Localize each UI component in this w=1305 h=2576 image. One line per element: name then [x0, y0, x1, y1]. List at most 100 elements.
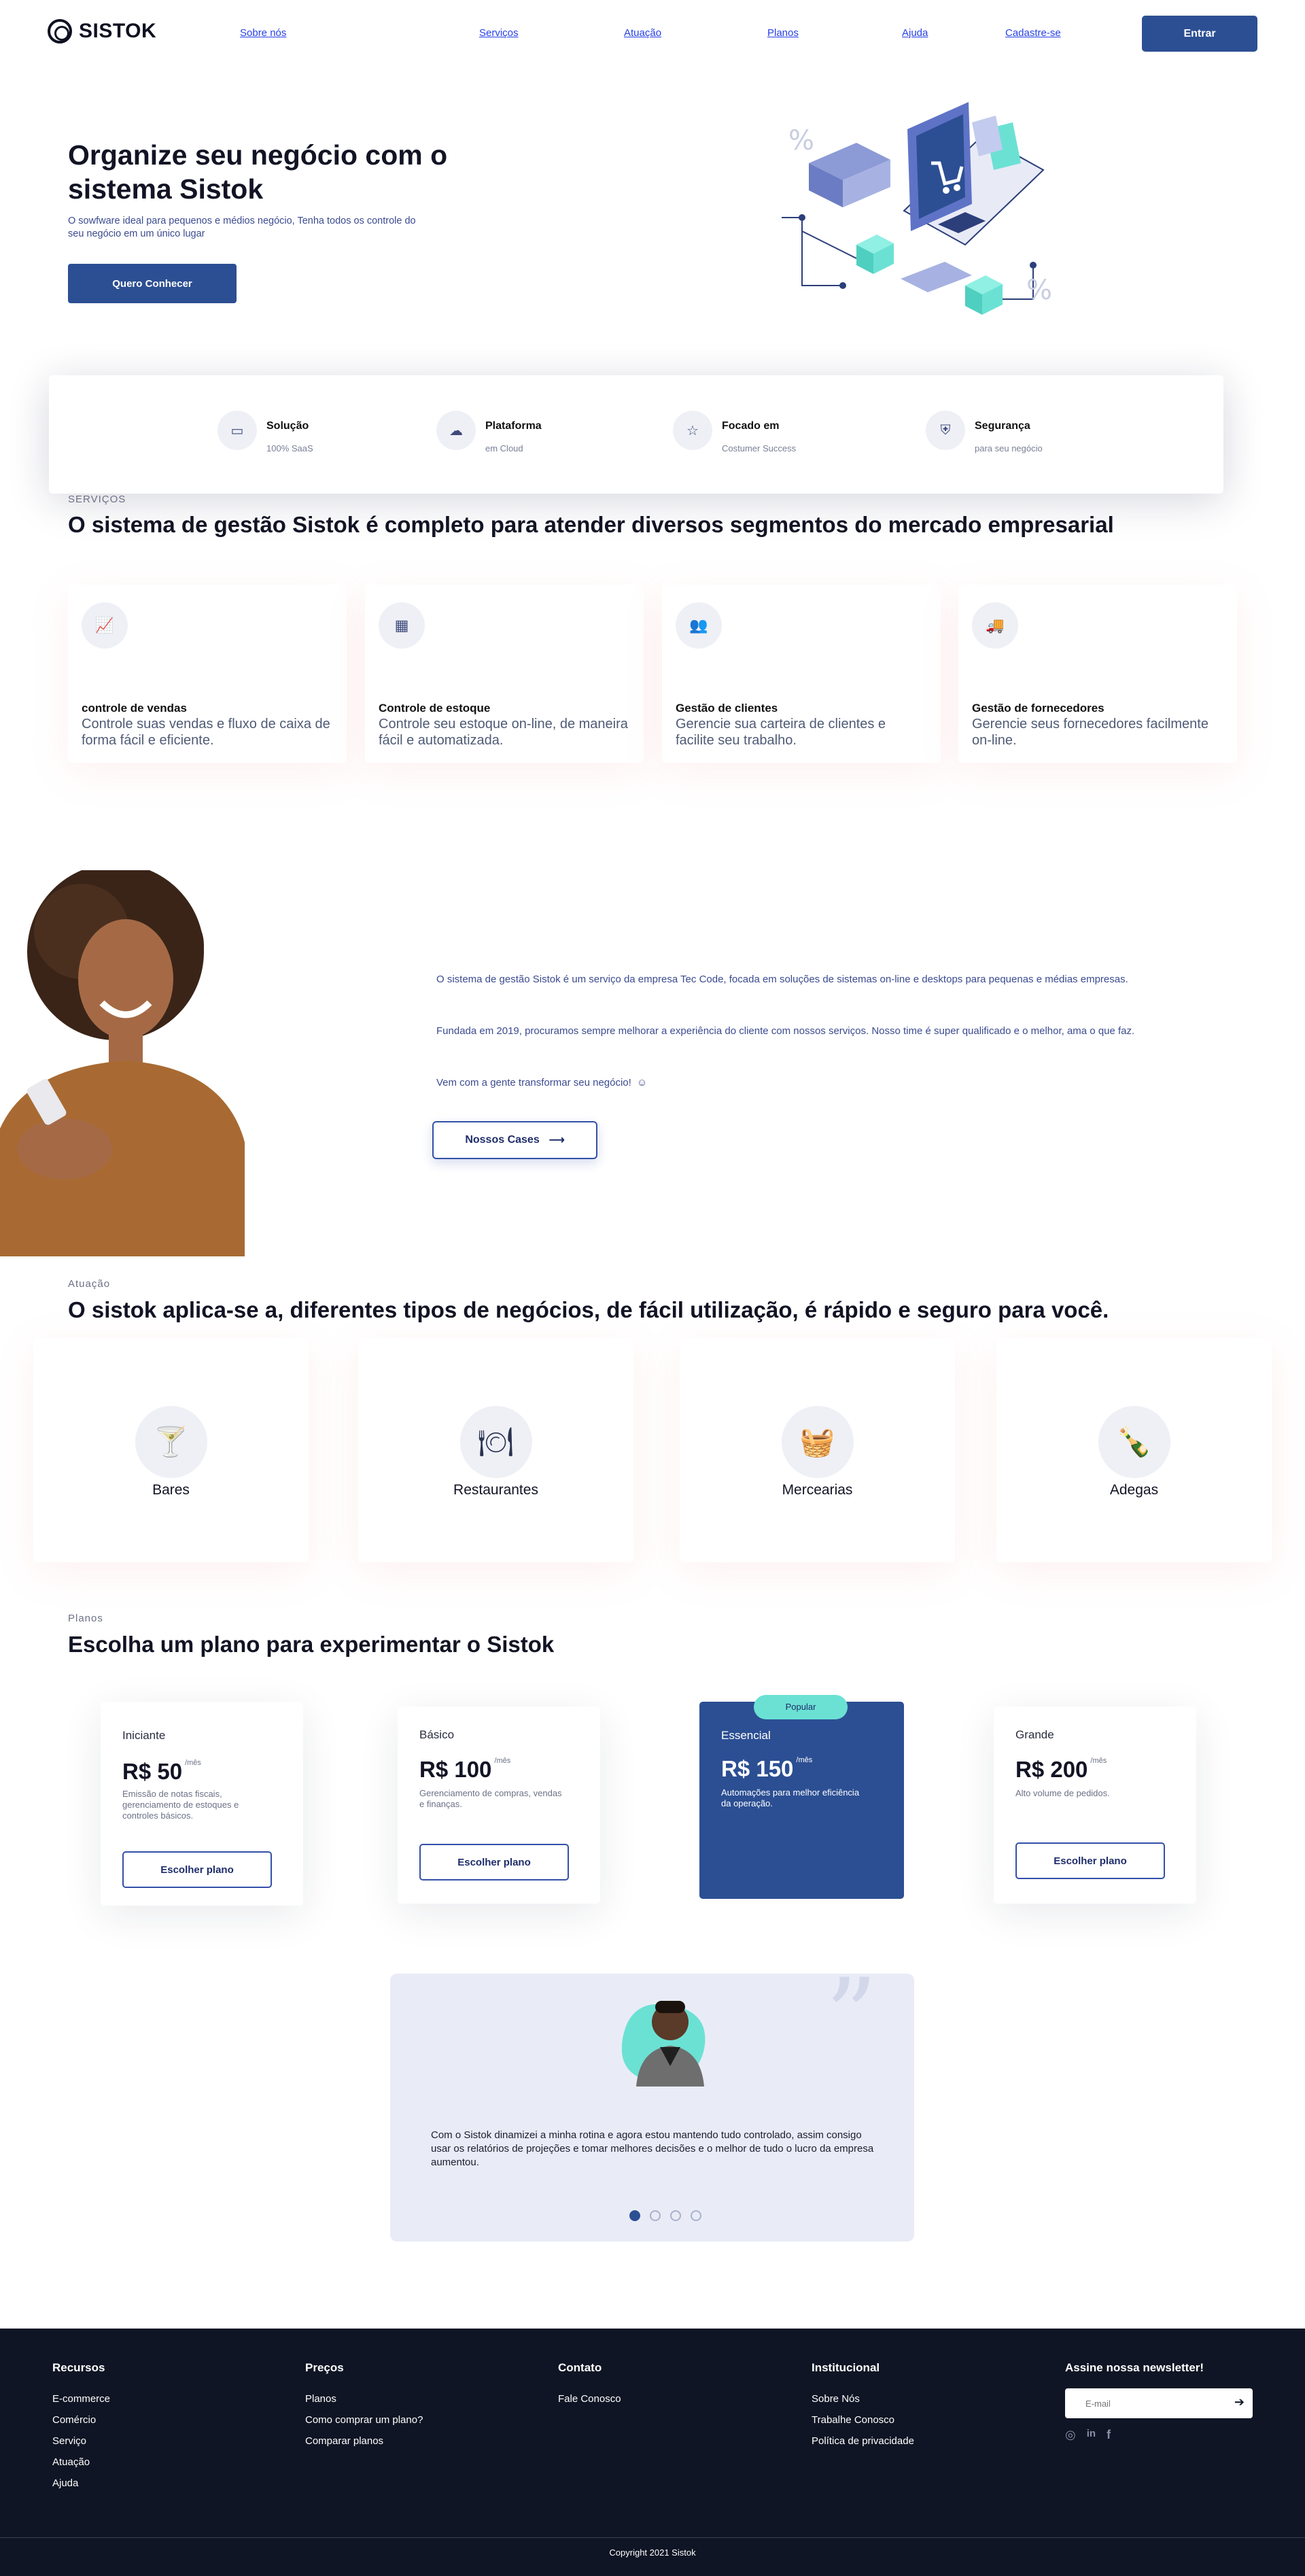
- segment-card[interactable]: 🍾 Adegas: [996, 1338, 1272, 1562]
- about-cta-text: Vem com a gente transformar seu negócio!: [436, 1077, 631, 1088]
- footer-col-newsletter: Assine nossa newsletter! ➔ ◎ in f: [1065, 2361, 1253, 2442]
- footer-link[interactable]: Como comprar um plano?: [305, 2409, 423, 2431]
- plan-price: R$ 200/mês: [1015, 1757, 1107, 1783]
- smile-icon: ☺: [636, 1077, 648, 1088]
- star-icon: ☆: [673, 411, 712, 450]
- hero-illustration: % %: [782, 102, 1052, 315]
- shield-icon: ⛨: [926, 411, 965, 450]
- brand-name: SISTOK: [79, 20, 157, 42]
- feature-sub: Costumer Success: [722, 443, 797, 453]
- customer-avatar: [621, 2001, 706, 2086]
- services-eyebrow: SERVIÇOS: [68, 494, 126, 505]
- footer-link[interactable]: Fale Conosco: [558, 2388, 621, 2409]
- segment-card[interactable]: 🍸 Bares: [33, 1338, 309, 1562]
- footer-link[interactable]: Política de privacidade: [812, 2431, 914, 2452]
- nav-link-servicos[interactable]: Serviços: [479, 27, 519, 39]
- footer-link[interactable]: Planos: [305, 2388, 423, 2409]
- service-desc: Controle seu estoque on-line, de maneira…: [379, 717, 628, 748]
- linkedin-icon[interactable]: in: [1087, 2428, 1096, 2442]
- footer-heading: Preços: [305, 2361, 344, 2374]
- service-title: controle de vendas: [82, 702, 187, 715]
- carousel-dot[interactable]: [670, 2210, 681, 2221]
- plan-unit: /mês: [494, 1757, 511, 1765]
- svg-text:%: %: [788, 125, 814, 156]
- carousel-dot[interactable]: [629, 2210, 640, 2221]
- footer-heading: Contato: [558, 2361, 602, 2374]
- logo-icon: [48, 19, 72, 44]
- footer-link[interactable]: E-commerce: [52, 2388, 110, 2409]
- login-button[interactable]: Entrar: [1142, 16, 1257, 52]
- carousel-dot[interactable]: [691, 2210, 701, 2221]
- boxes-icon: ▦: [379, 602, 425, 649]
- plan-price: R$ 100/mês: [419, 1757, 510, 1783]
- segment-label: Adegas: [1109, 1482, 1159, 1498]
- atuacao-eyebrow: Atuação: [68, 1278, 111, 1290]
- truck-icon: 🚚: [972, 602, 1018, 649]
- plan-desc: Emissão de notas fiscais, gerenciamento …: [122, 1789, 239, 1821]
- chart-icon: 📈: [82, 602, 128, 649]
- plan-desc: Automações para melhor eficiência da ope…: [721, 1787, 860, 1808]
- footer-link[interactable]: Trabalhe Conosco: [812, 2409, 914, 2431]
- footer-divider: [0, 2537, 1305, 2538]
- feature-title: Focado em: [722, 420, 780, 432]
- footer-link[interactable]: Serviço: [52, 2431, 110, 2452]
- about-paragraph-2: Fundada em 2019, procuramos sempre melho…: [436, 1025, 1135, 1037]
- plan-name: Básico: [419, 1728, 455, 1741]
- brand-logo[interactable]: SISTOK: [48, 19, 156, 44]
- footer-link[interactable]: Atuação: [52, 2452, 110, 2473]
- footer-col-contato: Contato Fale Conosco: [558, 2361, 621, 2409]
- footer-link[interactable]: Comparar planos: [305, 2431, 423, 2452]
- footer: Recursos E-commerce Comércio Serviço Atu…: [0, 2329, 1305, 2576]
- nav-link-ajuda[interactable]: Ajuda: [902, 27, 928, 39]
- facebook-icon[interactable]: f: [1107, 2428, 1111, 2442]
- newsletter-form: ➔: [1065, 2388, 1253, 2418]
- newsletter-email-input[interactable]: [1065, 2388, 1221, 2418]
- copyright: Copyright 2021 Sistok: [609, 2547, 696, 2558]
- nav-link-atuacao[interactable]: Atuação: [624, 27, 661, 39]
- segment-label: Restaurantes: [453, 1482, 538, 1498]
- bottle-icon: 🍾: [1098, 1406, 1170, 1478]
- segment-card[interactable]: 🧺 Mercearias: [680, 1338, 955, 1562]
- choose-plan-button[interactable]: Escolher plano: [122, 1851, 272, 1888]
- service-card: 📈 controle de vendas Controle suas venda…: [68, 585, 347, 763]
- cases-button[interactable]: Nossos Cases ⟶: [432, 1121, 597, 1159]
- footer-link[interactable]: Comércio: [52, 2409, 110, 2431]
- atuacao-title: O sistok aplica-se a, diferentes tipos d…: [68, 1297, 1109, 1322]
- feature-item: ▭ Solução 100% SaaS: [218, 411, 313, 453]
- feature-sub: para seu negócio: [975, 443, 1043, 453]
- nav-link-planos[interactable]: Planos: [767, 27, 799, 39]
- service-desc: Gerencie sua carteira de clientes e faci…: [676, 717, 886, 748]
- services-title: O sistema de gestão Sistok é completo pa…: [68, 512, 1114, 537]
- plan-card: Iniciante R$ 50/mês Emissão de notas fis…: [101, 1702, 303, 1906]
- choose-plan-button[interactable]: Escolher plano: [1015, 1842, 1165, 1879]
- carousel-dot[interactable]: [650, 2210, 661, 2221]
- feature-item: ⛨ Segurança para seu negócio: [926, 411, 1043, 453]
- nav-link-cadastre[interactable]: Cadastre-se: [1005, 27, 1061, 39]
- footer-col-recursos: Recursos E-commerce Comércio Serviço Atu…: [52, 2361, 110, 2494]
- basket-icon: 🧺: [781, 1406, 854, 1478]
- footer-link[interactable]: Sobre Nós: [812, 2388, 914, 2409]
- choose-plan-button[interactable]: Escolher plano: [419, 1844, 569, 1881]
- feature-sub: em Cloud: [485, 443, 523, 453]
- instagram-icon[interactable]: ◎: [1065, 2428, 1076, 2442]
- segment-card[interactable]: 🍽 Restaurantes: [358, 1338, 633, 1562]
- footer-link[interactable]: Ajuda: [52, 2473, 110, 2494]
- plan-price-value: R$ 100: [419, 1757, 492, 1782]
- nav-link-sobre[interactable]: Sobre nós: [240, 27, 286, 39]
- social-links: ◎ in f: [1065, 2428, 1253, 2442]
- woman-photo: [0, 870, 251, 1256]
- hero-cta-button[interactable]: Quero Conhecer: [68, 264, 237, 303]
- plan-desc: Alto volume de pedidos.: [1015, 1788, 1110, 1798]
- popular-badge: Popular: [754, 1695, 848, 1719]
- planos-title: Escolha um plano para experimentar o Sis…: [68, 1632, 555, 1657]
- service-card: 👥 Gestão de clientes Gerencie sua cartei…: [662, 585, 941, 763]
- hero-subtitle: O sowfware ideal para pequenos e médios …: [68, 216, 416, 239]
- svg-text:%: %: [1026, 275, 1052, 306]
- feature-item: ☁ Plataforma em Cloud: [436, 411, 542, 453]
- arrow-right-icon[interactable]: ➔: [1234, 2395, 1245, 2409]
- footer-col-precos: Preços Planos Como comprar um plano? Com…: [305, 2361, 423, 2452]
- feature-sub: 100% SaaS: [266, 443, 313, 453]
- plan-desc: Gerenciamento de compras, vendas e finan…: [419, 1788, 562, 1809]
- plan-price-value: R$ 50: [122, 1759, 183, 1784]
- service-card: ▦ Controle de estoque Controle seu estoq…: [365, 585, 644, 763]
